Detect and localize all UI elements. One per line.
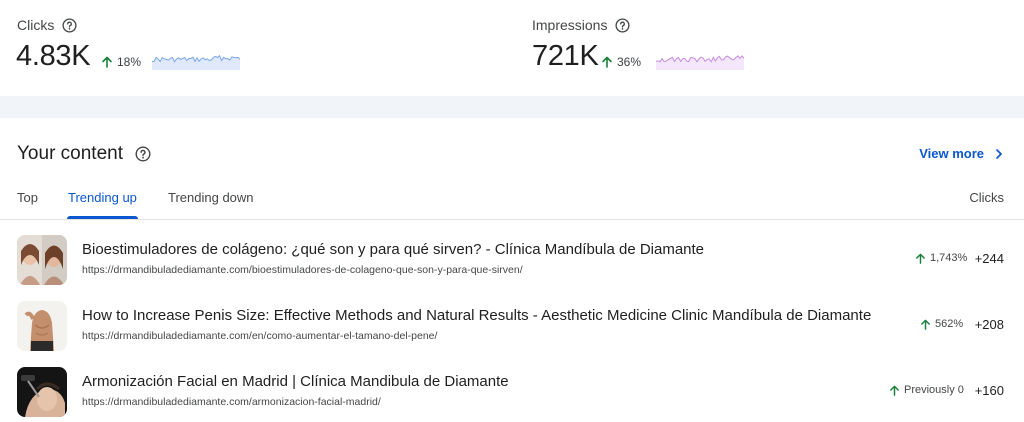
your-content-card: Your content View more Top Trending up T… (0, 118, 1024, 422)
content-row[interactable]: How to Increase Penis Size: Effective Me… (0, 301, 1024, 367)
content-row[interactable]: Bioestimuladores de colágeno: ¿qué son y… (0, 235, 1024, 301)
arrow-up-icon (921, 319, 930, 330)
active-tab-indicator (67, 216, 138, 219)
trend-change: 562% (920, 318, 963, 330)
sparkline-area (152, 55, 240, 70)
impressions-sparkline (656, 55, 744, 70)
clicks-delta: +244 (974, 251, 1004, 266)
help-icon[interactable] (615, 17, 631, 33)
arrow-up-icon (602, 56, 612, 68)
page-url: https://drmandibuladediamante.com/armoni… (82, 396, 381, 408)
impressions-value: 721K (532, 40, 599, 72)
impressions-change-value: 36% (617, 55, 642, 69)
page-title[interactable]: How to Increase Penis Size: Effective Me… (82, 307, 871, 324)
page-thumbnail (17, 235, 67, 285)
clicks-change-value: 18% (117, 55, 142, 69)
tab-top[interactable]: Top (17, 190, 38, 205)
arrow-up-icon (102, 56, 112, 68)
impressions-metric[interactable]: Impressions 721K 36% (516, 0, 1016, 96)
view-more-link[interactable]: View more (919, 146, 1004, 161)
tab-trending-down[interactable]: Trending down (168, 190, 254, 205)
help-icon[interactable] (62, 17, 77, 33)
arrow-up-icon (890, 385, 899, 396)
clicks-title: Clicks (17, 17, 55, 33)
clicks-change: 18% (101, 55, 141, 69)
section-title-row: Your content (17, 143, 151, 165)
page-thumbnail (17, 301, 67, 351)
arrow-up-icon (916, 253, 925, 264)
trend-change-value: Previously 0 (904, 384, 964, 396)
page-url: https://drmandibuladediamante.com/bioest… (82, 264, 523, 276)
trend-change: Previously 0 (889, 384, 964, 396)
trend-change: 1,743% (915, 252, 967, 264)
content-tabs: Top Trending up Trending down Clicks (0, 178, 1024, 220)
clicks-sparkline (152, 54, 240, 70)
page-title[interactable]: Bioestimuladores de colágeno: ¿qué son y… (82, 241, 704, 258)
page-thumbnail (17, 367, 67, 417)
trend-change-value: 562% (935, 318, 964, 330)
chevron-right-icon (996, 148, 1002, 159)
metrics-strip: Clicks 4.83K 18% Impressions 721K 36% (0, 0, 1024, 96)
impressions-change: 36% (601, 55, 641, 69)
help-icon[interactable] (135, 146, 151, 162)
impressions-title-row: Impressions (532, 17, 631, 33)
clicks-delta: +208 (974, 317, 1004, 332)
view-more-label: View more (919, 146, 984, 161)
clicks-title-row: Clicks (17, 17, 77, 33)
clicks-delta: +160 (974, 383, 1004, 398)
clicks-value: 4.83K (16, 40, 91, 72)
section-divider-band (0, 96, 1024, 118)
trend-change-value: 1,743% (930, 252, 968, 264)
section-title: Your content (17, 143, 123, 164)
clicks-column-header: Clicks (969, 190, 1004, 205)
content-row[interactable]: Armonización Facial en Madrid | Clínica … (0, 367, 1024, 422)
page-title[interactable]: Armonización Facial en Madrid | Clínica … (82, 373, 509, 390)
page-url: https://drmandibuladediamante.com/en/com… (82, 330, 438, 342)
tab-trending-up[interactable]: Trending up (68, 190, 137, 205)
clicks-metric[interactable]: Clicks 4.83K 18% (0, 0, 500, 96)
impressions-title: Impressions (532, 17, 608, 33)
